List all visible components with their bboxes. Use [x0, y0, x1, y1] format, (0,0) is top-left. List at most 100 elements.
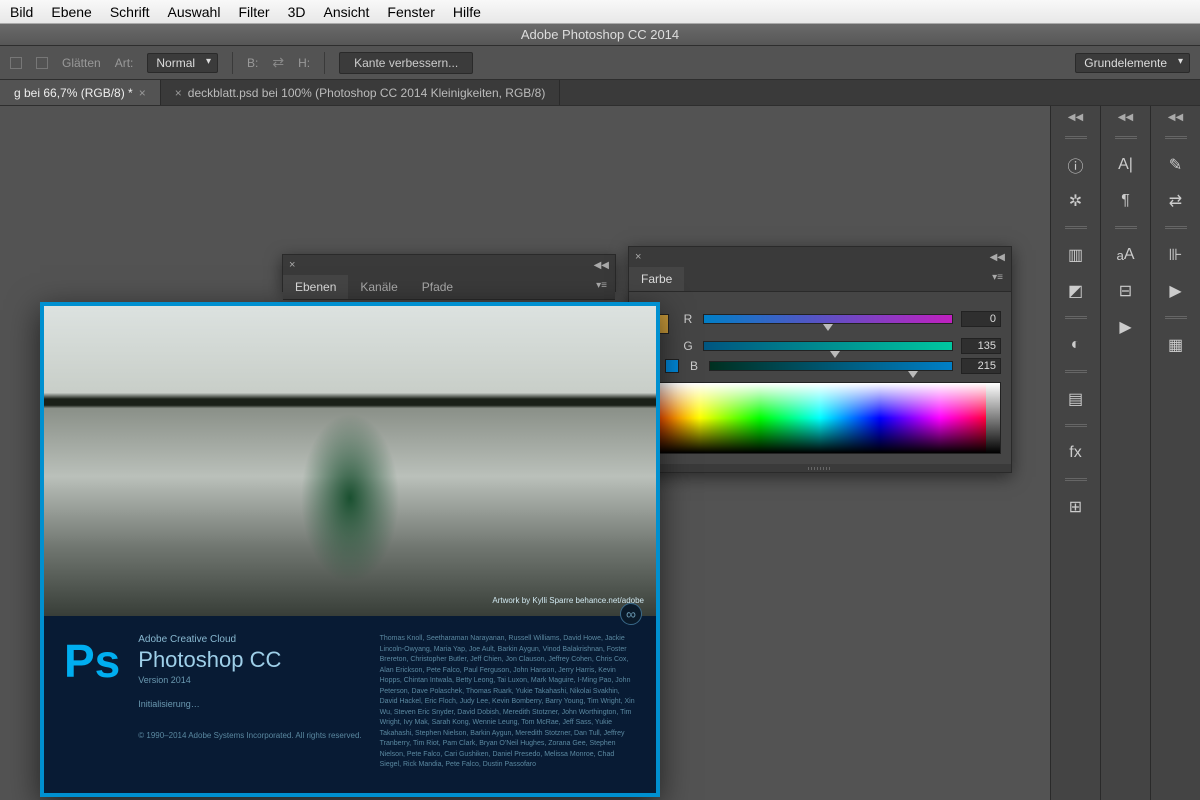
expand-dock-icon[interactable]: ◀◀ — [1051, 110, 1100, 125]
b-slider[interactable] — [709, 361, 953, 371]
panel-drag-handle[interactable] — [1051, 133, 1100, 143]
window-titlebar: Adobe Photoshop CC 2014 — [0, 24, 1200, 46]
macos-menubar: Bild Ebene Schrift Auswahl Filter 3D Ans… — [0, 0, 1200, 24]
layers-panel[interactable]: × ◀◀ Ebenen Kanäle Pfade ▾≡ — [282, 254, 616, 292]
document-tab-2[interactable]: × deckblatt.psd bei 100% (Photoshop CC 2… — [161, 80, 561, 105]
expand-dock-icon[interactable]: ◀◀ — [1101, 110, 1150, 125]
document-tab-1[interactable]: g bei 66,7% (RGB/8) * × — [0, 80, 161, 105]
menu-ebene[interactable]: Ebene — [51, 4, 91, 20]
tab-kanale[interactable]: Kanäle — [348, 275, 409, 299]
art-select[interactable]: Normal — [147, 53, 218, 73]
character-styles-icon[interactable]: aA — [1107, 241, 1145, 269]
menu-fenster[interactable]: Fenster — [387, 4, 434, 20]
refine-edge-button[interactable]: Kante verbessern... — [339, 52, 473, 74]
panel-menu-icon[interactable]: ▾≡ — [984, 267, 1011, 291]
color-panel[interactable]: × ◀◀ Farbe ▾≡ R 0 G — [628, 246, 1012, 473]
height-label: H: — [298, 56, 310, 70]
options-bar: Glätten Art: Normal B: ⇄ H: Kante verbes… — [0, 46, 1200, 80]
color-spectrum[interactable] — [639, 382, 1001, 454]
separator — [232, 52, 233, 74]
document-tabs: g bei 66,7% (RGB/8) * × × deckblatt.psd … — [0, 80, 1200, 106]
splash-screen: Artwork by Kylli Sparre behance.net/adob… — [40, 302, 660, 797]
info-panel-icon[interactable]: ⓘ — [1057, 151, 1095, 179]
tab-pfade[interactable]: Pfade — [410, 275, 465, 299]
glatten-label: Glätten — [62, 56, 101, 70]
histogram-panel-icon[interactable]: ▥ — [1057, 241, 1095, 269]
panel-dock: ◀◀ ⓘ ✲ ▥ ◩ ◐ ▤ fx ⊞ ◀◀ A| ¶ aA ⊟ ▶ — [1050, 106, 1200, 800]
swatches-panel-icon[interactable]: ⊞ — [1057, 493, 1095, 521]
r-value-input[interactable]: 0 — [961, 311, 1001, 327]
brush-presets-icon[interactable]: ⇄ — [1157, 187, 1195, 215]
splash-artwork: Artwork by Kylli Sparre behance.net/adob… — [44, 306, 656, 616]
menu-auswahl[interactable]: Auswahl — [168, 4, 221, 20]
splash-title: Photoshop CC — [138, 647, 361, 673]
panel-resize-grip[interactable] — [629, 464, 1011, 472]
panel-drag-handle[interactable] — [1151, 313, 1200, 323]
tab-ebenen[interactable]: Ebenen — [283, 275, 348, 299]
menu-schrift[interactable]: Schrift — [110, 4, 150, 20]
menu-bild[interactable]: Bild — [10, 4, 33, 20]
tab-farbe[interactable]: Farbe — [629, 267, 684, 291]
panel-drag-handle[interactable] — [1051, 223, 1100, 233]
close-tab-icon[interactable]: × — [139, 86, 146, 100]
paragraph-panel-icon[interactable]: ¶ — [1107, 187, 1145, 215]
splash-credits: Thomas Knoll, Seetharaman Narayanan, Rus… — [380, 634, 636, 771]
b-label: B — [687, 359, 701, 373]
creative-cloud-badge-icon: ∞ — [620, 603, 642, 625]
styles-panel-icon[interactable]: fx — [1057, 439, 1095, 467]
menu-hilfe[interactable]: Hilfe — [453, 4, 481, 20]
close-panel-icon[interactable]: × — [289, 259, 295, 271]
b-value-input[interactable]: 215 — [961, 358, 1001, 374]
brush-panel-icon[interactable]: ✎ — [1157, 151, 1195, 179]
character-panel-icon[interactable]: A| — [1107, 151, 1145, 179]
close-tab-icon[interactable]: × — [175, 86, 182, 100]
panel-drag-handle[interactable] — [1101, 223, 1150, 233]
r-slider[interactable] — [703, 314, 953, 324]
tool-presets-icon[interactable]: ⊪ — [1157, 241, 1195, 269]
glyphs-panel-icon[interactable]: ⊟ — [1107, 277, 1145, 305]
r-label: R — [681, 312, 695, 326]
canvas-area[interactable]: × ◀◀ Ebenen Kanäle Pfade ▾≡ × ◀◀ Farbe ▾… — [0, 106, 1050, 800]
splash-version: Version 2014 — [138, 675, 361, 685]
art-label: Art: — [115, 56, 134, 70]
main-area: × ◀◀ Ebenen Kanäle Pfade ▾≡ × ◀◀ Farbe ▾… — [0, 106, 1200, 800]
color-panel-icon[interactable]: ◐ — [1057, 331, 1095, 359]
menu-ansicht[interactable]: Ansicht — [323, 4, 369, 20]
g-value-input[interactable]: 135 — [961, 338, 1001, 354]
workspace-select[interactable]: Grundelemente — [1075, 53, 1190, 73]
layer-comps-icon[interactable]: ▦ — [1157, 331, 1195, 359]
panel-drag-handle[interactable] — [1151, 223, 1200, 233]
close-panel-icon[interactable]: × — [635, 251, 641, 263]
navigator-panel-icon[interactable]: ✲ — [1057, 187, 1095, 215]
splash-status: Initialisierung… — [138, 699, 361, 709]
swap-wh-icon[interactable]: ⇄ — [272, 54, 284, 71]
photoshop-logo-icon: Ps — [64, 634, 120, 771]
artwork-credit: Artwork by Kylli Sparre behance.net/adob… — [492, 596, 644, 606]
document-tab-label: g bei 66,7% (RGB/8) * — [14, 86, 133, 100]
g-label: G — [681, 339, 695, 353]
glatten-checkbox[interactable] — [36, 57, 48, 69]
adjustments-panel-icon[interactable]: ◩ — [1057, 277, 1095, 305]
gamut-swatch[interactable] — [665, 359, 679, 373]
panel-drag-handle[interactable] — [1051, 421, 1100, 431]
properties-panel-icon[interactable]: ▤ — [1057, 385, 1095, 413]
expand-dock-icon[interactable]: ◀◀ — [1151, 110, 1200, 125]
width-label: B: — [247, 56, 258, 70]
document-tab-label: deckblatt.psd bei 100% (Photoshop CC 201… — [188, 86, 546, 100]
g-slider[interactable] — [703, 341, 953, 351]
panel-drag-handle[interactable] — [1051, 367, 1100, 377]
collapse-panel-icon[interactable]: ◀◀ — [990, 252, 1005, 263]
menu-3d[interactable]: 3D — [288, 4, 306, 20]
panel-drag-handle[interactable] — [1151, 133, 1200, 143]
clone-source-icon[interactable]: ▶ — [1157, 277, 1195, 305]
collapse-panel-icon[interactable]: ◀◀ — [594, 260, 609, 271]
panel-drag-handle[interactable] — [1101, 133, 1150, 143]
panel-drag-handle[interactable] — [1051, 313, 1100, 323]
panel-drag-handle[interactable] — [1051, 475, 1100, 485]
menu-filter[interactable]: Filter — [238, 4, 269, 20]
actions-panel-icon[interactable]: ▶ — [1107, 313, 1145, 341]
window-title: Adobe Photoshop CC 2014 — [521, 27, 679, 42]
separator — [324, 52, 325, 74]
panel-menu-icon[interactable]: ▾≡ — [588, 275, 615, 299]
options-checkbox-1[interactable] — [10, 57, 22, 69]
